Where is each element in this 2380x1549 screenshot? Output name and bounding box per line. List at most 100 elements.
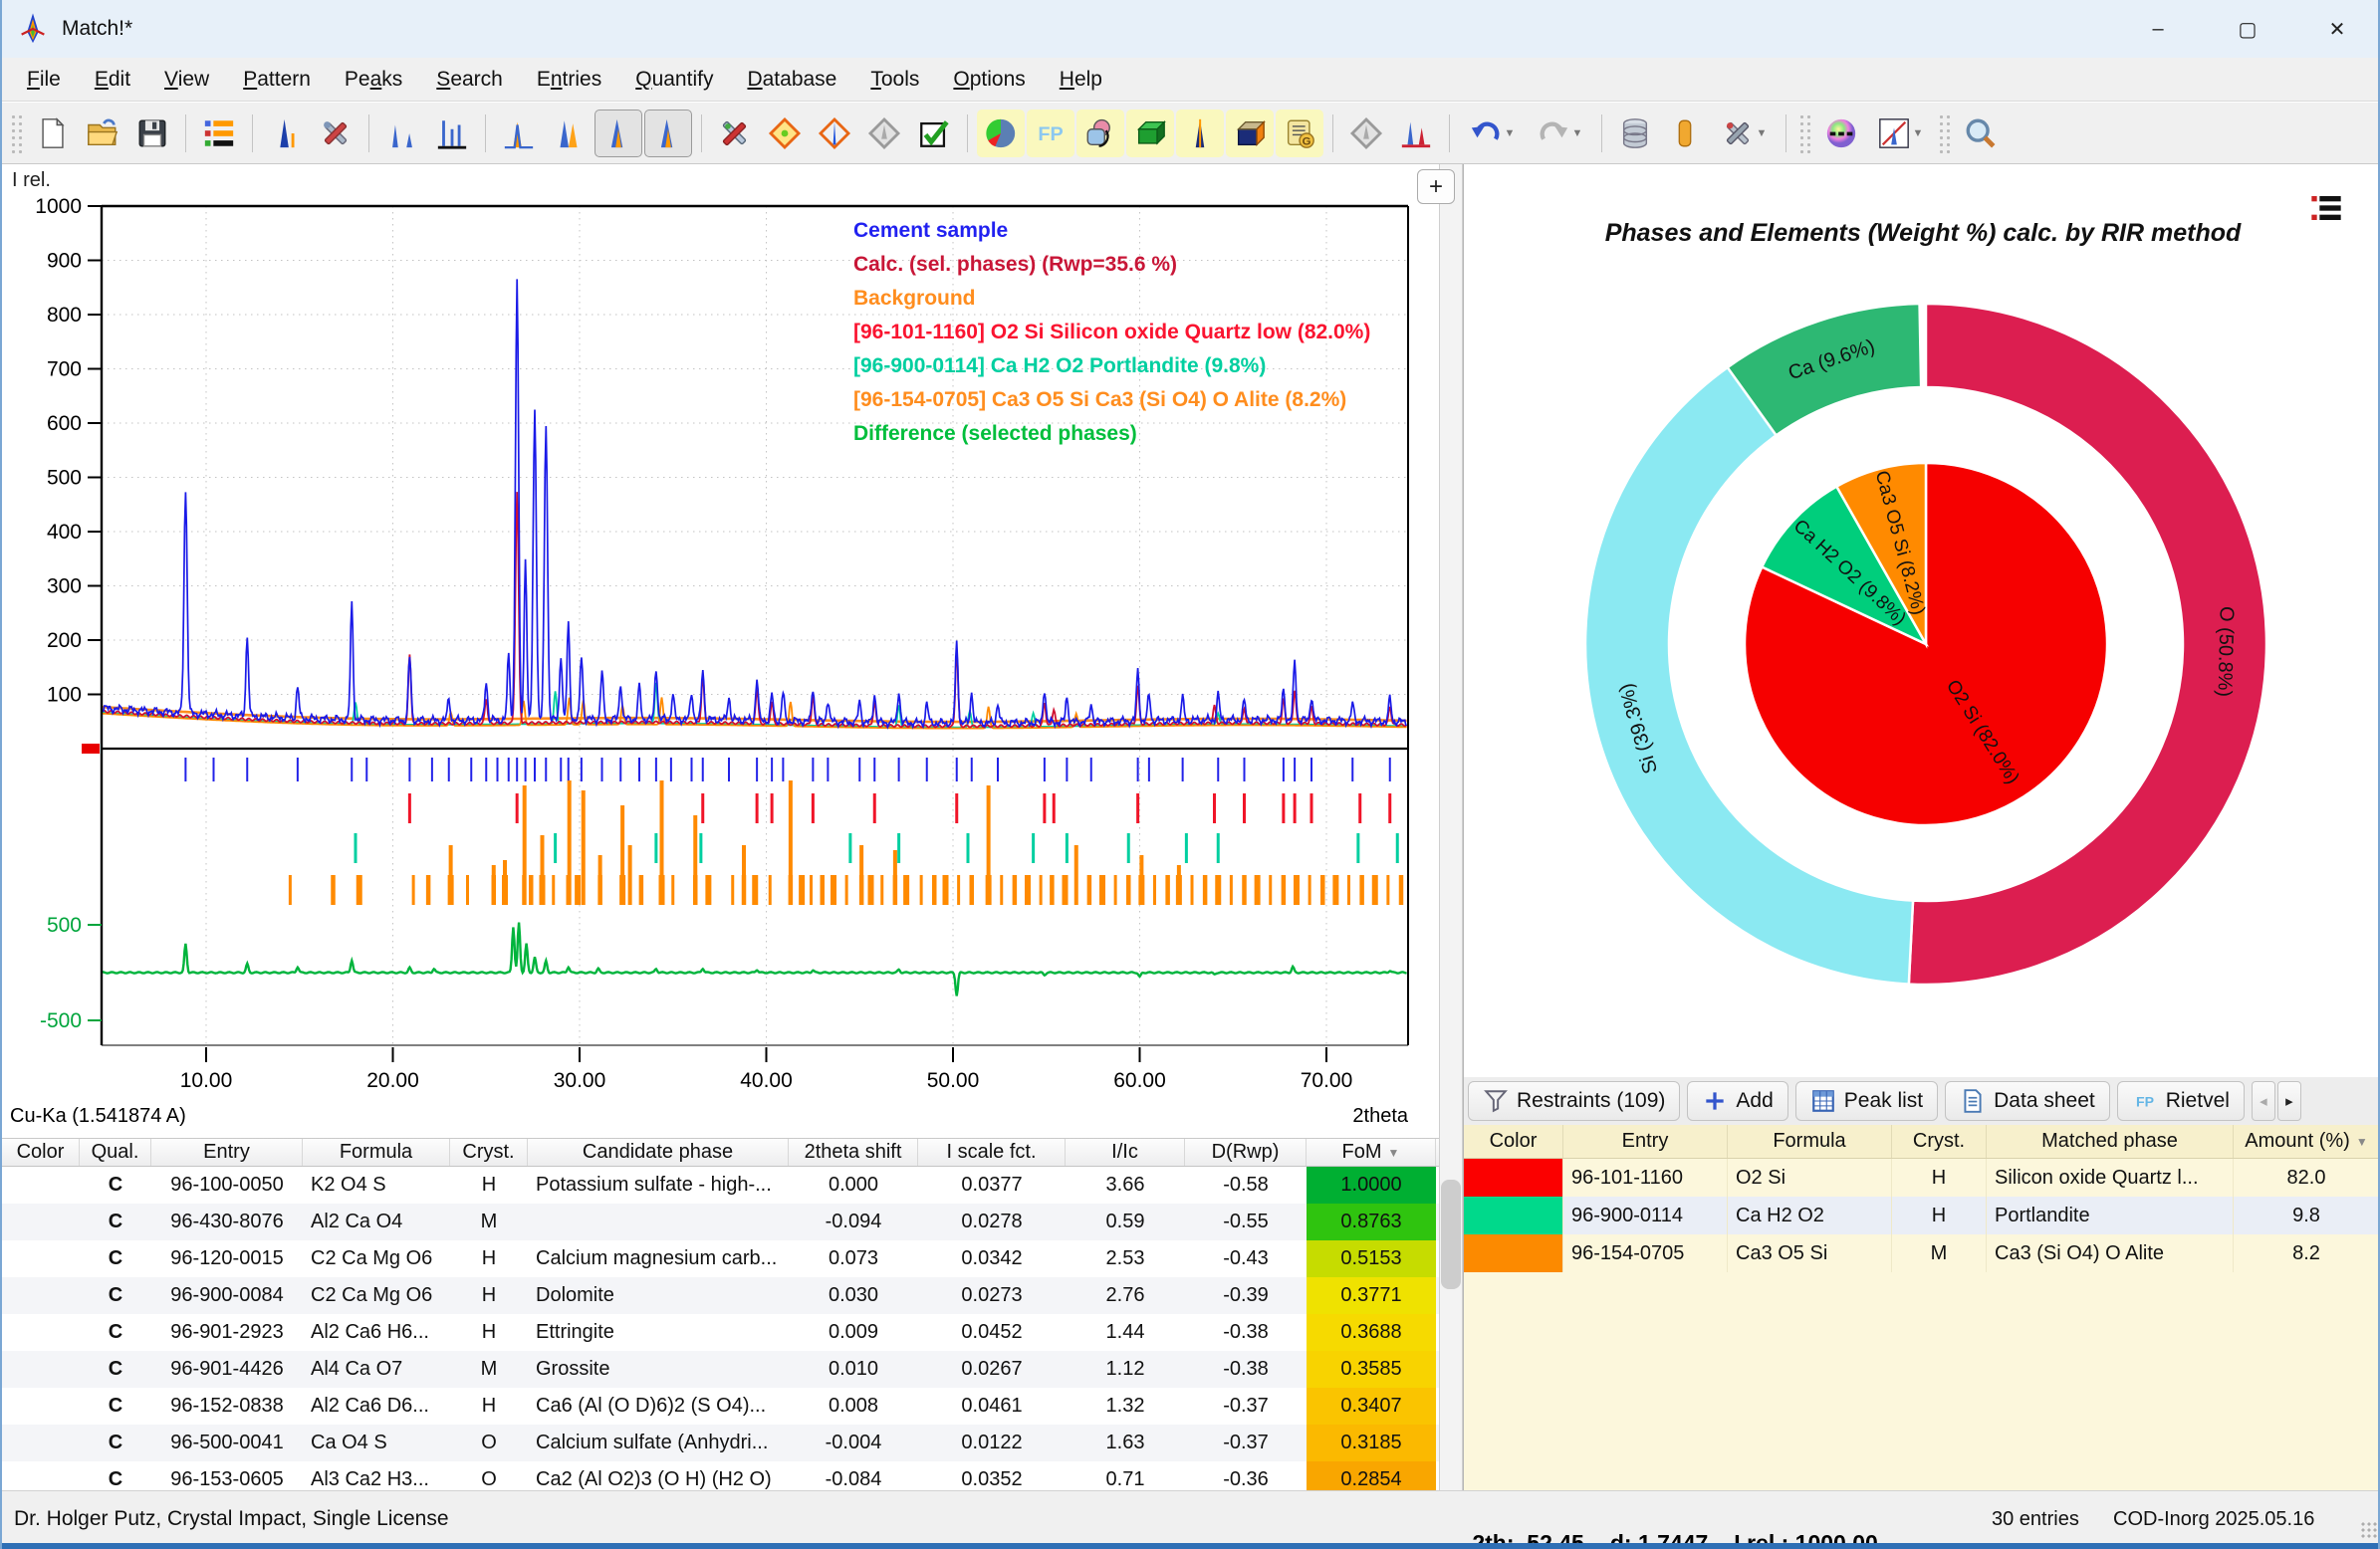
peak-navy-button[interactable]	[1176, 110, 1224, 157]
tools-menu-button[interactable]: ▼	[1711, 110, 1777, 157]
candidate-row[interactable]: C96-152-0838Al2 Ca6 D6...HCa6 (Al (O D)6…	[2, 1388, 1439, 1425]
fp-text-button[interactable]: FP	[1027, 110, 1074, 157]
cube-green-button[interactable]	[1126, 110, 1174, 157]
candidate-row[interactable]: C96-120-0015C2 Ca Mg O6HCalcium magnesiu…	[2, 1240, 1439, 1277]
menu-help[interactable]: Help	[1043, 62, 1119, 98]
pattern-peak-button[interactable]	[262, 110, 310, 157]
diffraction-plot-panel[interactable]: 1000900800700600500400300200100I rel.500…	[2, 164, 1439, 1138]
matched-header-color[interactable]: Color	[1464, 1125, 1563, 1158]
candidates-header-formula[interactable]: Formula	[303, 1139, 450, 1166]
compare-patterns-button[interactable]	[545, 110, 593, 157]
maximize-button[interactable]: ▢	[2203, 0, 2292, 58]
matched-row[interactable]: 96-900-0114Ca H2 O2HPortlandite9.8	[1464, 1197, 2380, 1234]
candidate-arrow-icon	[818, 116, 851, 150]
toolbar-separator	[185, 114, 186, 152]
toolbar-grip[interactable]	[10, 113, 24, 153]
peak-search-button[interactable]	[378, 110, 426, 157]
minimize-button[interactable]: –	[2113, 0, 2203, 58]
rietveld-peaks-button[interactable]	[1392, 110, 1440, 157]
profile-fit-button[interactable]	[495, 110, 543, 157]
candidate-row[interactable]: C96-500-0041Ca O4 SOCalcium sulfate (Anh…	[2, 1425, 1439, 1461]
tab-add[interactable]: Add	[1687, 1081, 1787, 1121]
menu-file[interactable]: File	[10, 62, 78, 98]
menu-options[interactable]: Options	[936, 62, 1042, 98]
diamond-gray2-button[interactable]	[1342, 110, 1390, 157]
menu-peaks[interactable]: Peaks	[328, 62, 419, 98]
matched-row[interactable]: 96-154-0705Ca3 O5 SiMCa3 (Si O4) O Alite…	[1464, 1234, 2380, 1272]
overlay-patterns2-button[interactable]	[644, 110, 692, 157]
close-button[interactable]: ✕	[2292, 0, 2380, 58]
tab-data-sheet[interactable]: Data sheet	[1945, 1081, 2110, 1121]
toolbar-grip[interactable]	[1938, 113, 1952, 153]
candidate-row[interactable]: C96-153-0605Al3 Ca2 H3...OCa2 (Al O2)3 (…	[2, 1461, 1439, 1490]
candidate-row[interactable]: C96-900-0084C2 Ca Mg O6HDolomite0.0300.0…	[2, 1277, 1439, 1314]
matched-header-matched-phase[interactable]: Matched phase	[1987, 1125, 2234, 1158]
candidates-header-i-scale-fct-[interactable]: I scale fct.	[918, 1139, 1066, 1166]
menu-database[interactable]: Database	[730, 62, 853, 98]
open-file-button[interactable]	[79, 110, 126, 157]
candidates-header-fom[interactable]: FoM▼	[1307, 1139, 1436, 1166]
database-button[interactable]	[1611, 110, 1659, 157]
search-button[interactable]	[1957, 110, 2005, 157]
dropdown-arrow-icon[interactable]: ▼	[1505, 127, 1516, 139]
svg-text:800: 800	[47, 304, 82, 327]
overlay-patterns-button[interactable]	[595, 110, 642, 157]
matched-header-entry[interactable]: Entry	[1563, 1125, 1728, 1158]
candidates-header-cryst-[interactable]: Cryst.	[450, 1139, 528, 1166]
matched-header-formula[interactable]: Formula	[1728, 1125, 1892, 1158]
save-button[interactable]	[128, 110, 176, 157]
column-button[interactable]	[1661, 110, 1709, 157]
candidates-header-candidate-phase[interactable]: Candidate phase	[528, 1139, 789, 1166]
resize-grip[interactable]	[2360, 1521, 2378, 1539]
select-check-button[interactable]	[910, 110, 958, 157]
search-match-tools-button[interactable]	[711, 110, 759, 157]
candidates-scrollbar[interactable]	[1441, 1180, 1461, 1289]
matched-header-cryst-[interactable]: Cryst.	[1892, 1125, 1987, 1158]
candidate-row[interactable]: C96-100-0050K2 O4 SHPotassium sulfate - …	[2, 1167, 1439, 1204]
candidates-header-qual-[interactable]: Qual.	[80, 1139, 151, 1166]
report-button[interactable]: G	[1276, 110, 1323, 157]
candidate-cell: 0.0377	[918, 1167, 1066, 1204]
diamond-orange-button[interactable]	[761, 110, 809, 157]
matched-header-amount-[interactable]: Amount (%)▼	[2234, 1125, 2380, 1158]
scroll-left-button[interactable]: ◂	[2252, 1081, 2275, 1121]
candidate-arrow-button[interactable]	[811, 110, 858, 157]
process-tools-button[interactable]	[312, 110, 359, 157]
candidates-header-entry[interactable]: Entry	[151, 1139, 303, 1166]
candidate-row[interactable]: C96-430-8076Al2 Ca O4M-0.0940.02780.59-0…	[2, 1204, 1439, 1240]
undo-button[interactable]: ▼	[1459, 110, 1525, 157]
diamond-gray-button[interactable]	[860, 110, 908, 157]
peak-bars-button[interactable]	[428, 110, 476, 157]
menu-search[interactable]: Search	[419, 62, 520, 98]
candidate-row[interactable]: C96-901-2923Al2 Ca6 H6...HEttringite0.00…	[2, 1314, 1439, 1351]
dropdown-arrow-icon[interactable]: ▼	[1913, 127, 1924, 139]
shapes-button[interactable]	[1076, 110, 1124, 157]
menu-tools[interactable]: Tools	[853, 62, 936, 98]
menu-pattern[interactable]: Pattern	[226, 62, 328, 98]
sphere-button[interactable]	[1817, 110, 1865, 157]
zoom-plus-button[interactable]: +	[1417, 169, 1455, 204]
candidates-header-color[interactable]: Color	[2, 1139, 80, 1166]
tab-rietvel[interactable]: FPRietvel	[2117, 1081, 2245, 1121]
menu-edit[interactable]: Edit	[78, 62, 147, 98]
new-file-button[interactable]	[29, 110, 77, 157]
redo-button[interactable]: ▼	[1527, 110, 1592, 157]
matched-row[interactable]: 96-101-1160O2 SiHSilicon oxide Quartz l.…	[1464, 1159, 2380, 1197]
candidates-header-d-rwp-[interactable]: D(Rwp)	[1185, 1139, 1307, 1166]
menu-quantify[interactable]: Quantify	[618, 62, 730, 98]
tab-peak-list[interactable]: Peak list	[1795, 1081, 1938, 1121]
menu-view[interactable]: View	[147, 62, 226, 98]
quantify-pie-button[interactable]	[977, 110, 1025, 157]
toolbar-grip[interactable]	[1798, 113, 1812, 153]
dropdown-arrow-icon[interactable]: ▼	[1572, 127, 1583, 139]
dropdown-arrow-icon[interactable]: ▼	[1757, 127, 1768, 139]
menu-entries[interactable]: Entries	[520, 62, 618, 98]
cube-blue-button[interactable]	[1226, 110, 1274, 157]
scroll-right-button[interactable]: ▸	[2277, 1081, 2301, 1121]
candidates-header-i-ic[interactable]: I/Ic	[1066, 1139, 1185, 1166]
candidate-row[interactable]: C96-901-4426Al4 Ca O7MGrossite0.0100.026…	[2, 1351, 1439, 1388]
tab-restraints-109-[interactable]: Restraints (109)	[1468, 1081, 1680, 1121]
entry-list-button[interactable]	[195, 110, 243, 157]
candidates-header-2theta-shift[interactable]: 2theta shift	[789, 1139, 918, 1166]
diagram-button[interactable]: ▼	[1867, 110, 1933, 157]
